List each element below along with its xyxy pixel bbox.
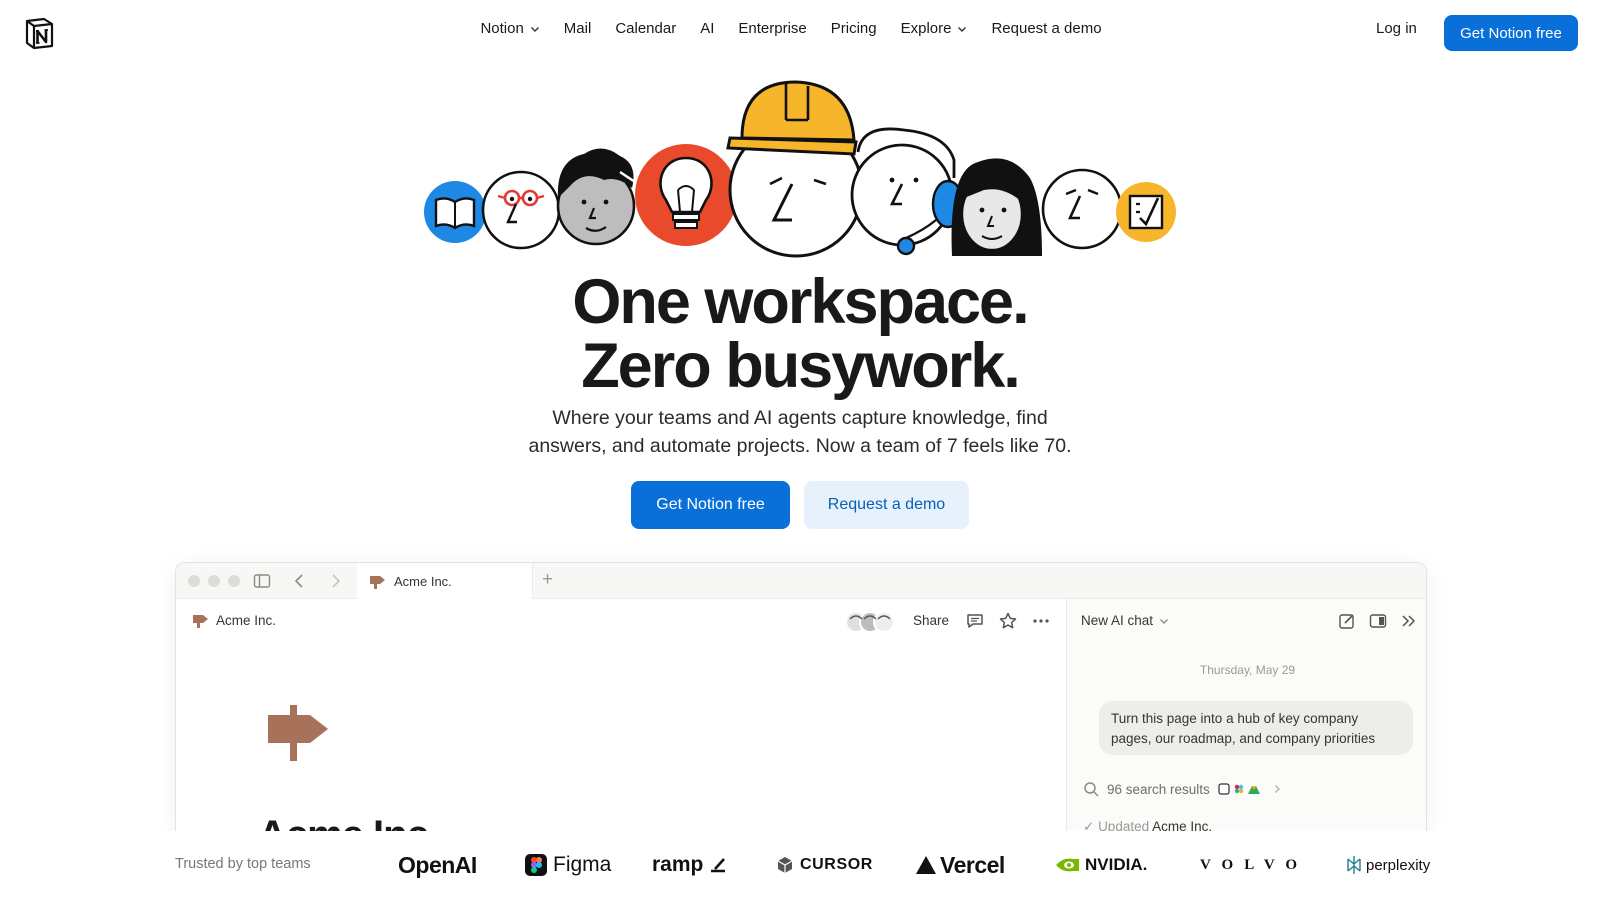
forward-arrow-icon[interactable]: [326, 572, 344, 590]
subheadline-line-2: answers, and automate projects. Now a te…: [528, 435, 1072, 457]
login-link[interactable]: Log in: [1376, 20, 1417, 37]
chevron-down-icon: [530, 26, 539, 32]
window-minimize-dot[interactable]: [208, 575, 220, 587]
chevron-right-icon: [1274, 785, 1280, 793]
top-nav: Notion Mail Calendar AI Enterprise Prici…: [0, 0, 1600, 64]
share-button[interactable]: Share: [913, 613, 949, 628]
book-icon: [424, 181, 486, 243]
star-icon[interactable]: [998, 611, 1018, 631]
app-preview-window: Acme Inc. + Acme Inc. Share Acme Inc. Ne…: [175, 562, 1427, 832]
window-maximize-dot[interactable]: [228, 575, 240, 587]
new-chat-edit-icon[interactable]: [1337, 611, 1357, 631]
new-tab-plus-icon[interactable]: +: [542, 570, 553, 589]
signpost-icon: [370, 575, 385, 589]
trusted-label: Trusted by top teams: [175, 856, 311, 872]
curly-hair-face-icon: [556, 148, 639, 246]
more-options-icon[interactable]: [1031, 611, 1051, 631]
chevron-down-icon: [1160, 618, 1169, 624]
cursor-cube-icon: [777, 857, 793, 873]
ramp-mark-icon: [711, 858, 726, 873]
page-signpost-icon: [268, 705, 328, 761]
headline-line-2: Zero busywork.: [581, 331, 1021, 401]
nav-item-pricing[interactable]: Pricing: [831, 20, 877, 37]
nvidia-eye-icon: [1056, 858, 1079, 872]
chat-date: Thursday, May 29: [1199, 663, 1296, 677]
nvidia-logo: NVIDIA.: [1055, 849, 1147, 881]
source-app-icons: [1218, 783, 1260, 795]
nav-item-ai[interactable]: AI: [700, 20, 714, 37]
request-demo-button[interactable]: Request a demo: [804, 481, 969, 529]
collapse-panel-icon[interactable]: [1399, 611, 1419, 631]
tab-acme-inc[interactable]: Acme Inc.: [357, 563, 533, 599]
ramp-logo: ramp: [652, 849, 727, 881]
simple-face-icon: [1041, 168, 1123, 250]
nav-item-enterprise[interactable]: Enterprise: [738, 20, 806, 37]
user-message-bubble: Turn this page into a hub of key company…: [1099, 701, 1413, 755]
comment-icon[interactable]: [965, 611, 985, 631]
back-arrow-icon[interactable]: [291, 572, 309, 590]
collaborator-avatars[interactable]: [844, 609, 896, 635]
search-icon: [1084, 782, 1099, 797]
ai-chat-panel: New AI chat Thursday, May 29 Turn this p…: [1066, 599, 1426, 832]
page-editor: Acme Inc. Share Acme Inc.: [176, 599, 1066, 832]
nav-item-request-demo[interactable]: Request a demo: [991, 20, 1101, 37]
nav-item-notion[interactable]: Notion: [480, 20, 539, 37]
window-tab-bar: Acme Inc. +: [176, 563, 1426, 599]
volvo-logo: VOLVO: [1200, 856, 1309, 873]
ai-chat-title-dropdown[interactable]: New AI chat: [1081, 613, 1169, 628]
page-title[interactable]: Acme Inc.: [258, 813, 439, 832]
hero-illustration: [424, 80, 1176, 258]
openai-logo: OpenAI: [398, 851, 477, 878]
vercel-logo: Vercel: [915, 849, 1005, 881]
get-notion-free-nav-button[interactable]: Get Notion free: [1444, 15, 1578, 51]
figma-icon: [525, 854, 547, 876]
hero-headline: One workspace. Zero busywork.: [0, 270, 1600, 398]
sidebar-toggle-icon[interactable]: [253, 572, 271, 590]
subheadline-line-1: Where your teams and AI agents capture k…: [552, 407, 1048, 429]
cursor-logo: CURSOR: [776, 849, 873, 881]
figma-logo: Figma: [525, 849, 611, 881]
hero-cta-row: Get Notion free Request a demo: [0, 481, 1600, 529]
panel-layout-icon[interactable]: [1368, 611, 1388, 631]
headset-face-icon: [850, 127, 965, 256]
window-close-dot[interactable]: [188, 575, 200, 587]
chevron-down-icon: [958, 26, 967, 32]
signpost-icon: [193, 615, 208, 628]
long-hair-face-icon: [951, 158, 1042, 256]
hero-subheadline: Where your teams and AI agents capture k…: [0, 404, 1600, 460]
get-notion-free-button[interactable]: Get Notion free: [631, 481, 790, 529]
breadcrumb[interactable]: Acme Inc.: [192, 613, 276, 628]
nav-item-explore[interactable]: Explore: [901, 20, 968, 37]
lightbulb-icon: [635, 144, 737, 246]
perplexity-logo: perplexity: [1346, 849, 1430, 881]
glasses-face-icon: [481, 170, 561, 250]
headline-line-1: One workspace.: [572, 267, 1029, 337]
checklist-icon: [1116, 182, 1176, 242]
nav-item-mail[interactable]: Mail: [564, 20, 592, 37]
vercel-triangle-icon: [916, 856, 936, 874]
search-results-row[interactable]: 96 search results: [1083, 781, 1282, 797]
nav-links: Notion Mail Calendar AI Enterprise Prici…: [0, 20, 1600, 37]
perplexity-mark-icon: [1347, 856, 1361, 874]
trusted-logos-bar: Trusted by top teams OpenAI Figma ramp C…: [0, 831, 1600, 900]
nav-item-calendar[interactable]: Calendar: [615, 20, 676, 37]
hardhat-face-icon: [726, 80, 864, 258]
